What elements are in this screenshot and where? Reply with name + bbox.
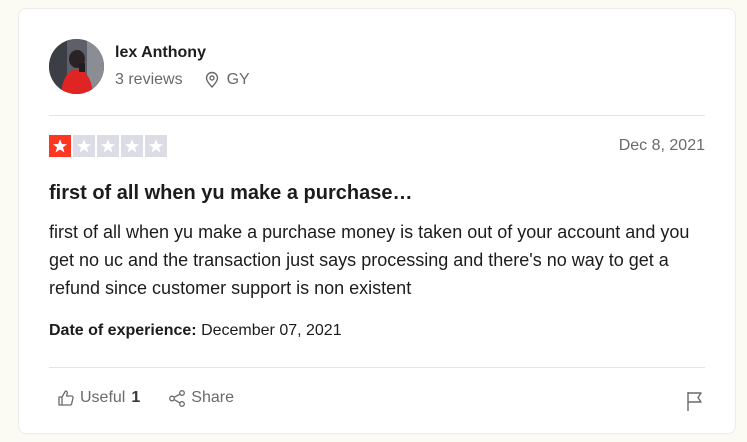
avatar[interactable] <box>49 39 104 94</box>
useful-button[interactable]: Useful 1 <box>57 389 140 407</box>
location-icon <box>203 71 221 89</box>
report-flag-icon[interactable] <box>685 390 705 412</box>
divider <box>49 115 705 116</box>
review-date: Dec 8, 2021 <box>618 137 705 154</box>
share-label: Share <box>191 389 234 406</box>
share-icon <box>169 390 186 407</box>
star-empty-icon <box>97 135 119 157</box>
star-rating <box>49 135 169 157</box>
thumbs-up-icon <box>58 390 74 406</box>
review-actions: Useful 1 Share <box>57 389 262 407</box>
reviewer-header: lex Anthony 3 reviews GY <box>49 39 250 94</box>
star-empty-icon <box>145 135 167 157</box>
share-button[interactable]: Share <box>168 389 234 407</box>
review-card: lex Anthony 3 reviews GY Dec 8, 2021 fir… <box>18 8 736 434</box>
reviewer-meta: 3 reviews GY <box>115 71 250 89</box>
review-count: 3 reviews <box>115 70 183 88</box>
reviewer-name[interactable]: lex Anthony <box>115 43 250 63</box>
useful-count: 1 <box>131 389 141 406</box>
experience-label: Date of experience: <box>49 322 197 339</box>
reviewer-country: GY <box>226 70 250 88</box>
review-body: first of all when yu make a purchase mon… <box>49 222 690 298</box>
useful-label: Useful <box>80 389 126 406</box>
star-empty-icon <box>73 135 95 157</box>
experience-date: December 07, 2021 <box>201 322 342 339</box>
review-title[interactable]: first of all when yu make a purchase… <box>49 182 412 205</box>
star-empty-icon <box>121 135 143 157</box>
date-of-experience: Date of experience: December 07, 2021 <box>49 322 342 340</box>
divider <box>49 367 705 368</box>
star-filled-icon <box>49 135 71 157</box>
reviewer-info: lex Anthony 3 reviews GY <box>115 43 250 89</box>
